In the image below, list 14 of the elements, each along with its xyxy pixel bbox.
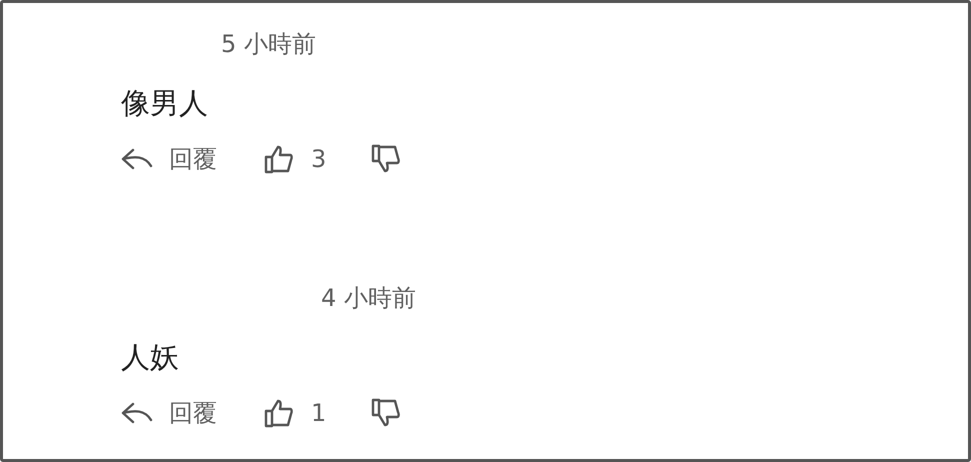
comment-time: 5 小時前	[221, 29, 317, 60]
like-button[interactable]: 1	[263, 398, 326, 428]
dislike-button[interactable]	[370, 398, 402, 428]
dislike-button[interactable]	[370, 144, 402, 174]
comment-text: 人妖	[121, 339, 180, 376]
like-button[interactable]: 3	[263, 144, 326, 174]
comment-time: 4 小時前	[321, 283, 417, 314]
reply-button[interactable]: 回覆	[121, 397, 217, 429]
thumbs-down-icon	[370, 398, 402, 428]
thumbs-down-icon	[370, 144, 402, 174]
thumbs-up-icon	[263, 398, 295, 428]
reply-button[interactable]: 回覆	[121, 143, 217, 175]
comment-text: 像男人	[121, 85, 209, 122]
thumbs-up-icon	[263, 144, 295, 174]
